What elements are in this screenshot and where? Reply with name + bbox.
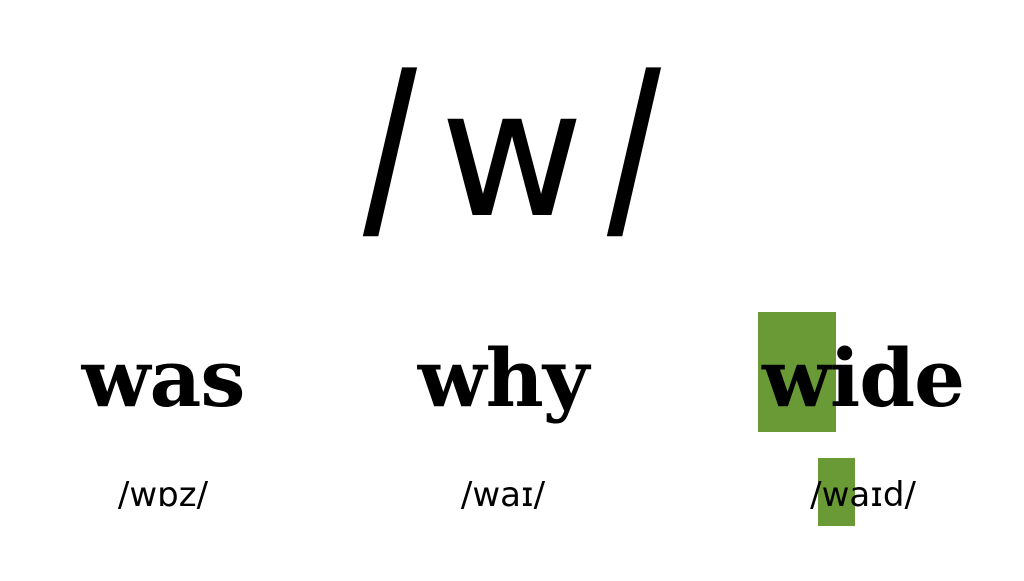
word-text: ide bbox=[829, 331, 965, 425]
highlighted-phoneme-text: w bbox=[821, 475, 850, 515]
highlighted-phoneme: w bbox=[817, 458, 856, 526]
word-text: why bbox=[417, 331, 590, 425]
example-word: why bbox=[373, 338, 633, 418]
ipa-text: wɒz bbox=[129, 475, 197, 515]
title-slash-right: / bbox=[606, 26, 662, 283]
example-transcription: /wɒz/ bbox=[33, 478, 293, 512]
ipa-slash-open: / bbox=[117, 475, 130, 515]
ipa-text: waɪ bbox=[472, 475, 534, 515]
example-transcription: / waɪd/ bbox=[733, 458, 993, 526]
example-word: was bbox=[33, 338, 293, 418]
example-word: wide bbox=[733, 312, 993, 432]
ipa-slash-open: / bbox=[460, 475, 473, 515]
word-text: was bbox=[81, 331, 246, 425]
ipa-slash-open: / bbox=[810, 475, 822, 515]
ipa-slash-close: / bbox=[904, 475, 916, 515]
ipa-slash-close: / bbox=[196, 475, 209, 515]
example-transcription: /waɪ/ bbox=[373, 478, 633, 512]
title-slash-left: / bbox=[362, 26, 418, 283]
ipa-slash-close: / bbox=[533, 475, 546, 515]
phoneme-title: / w/ bbox=[0, 26, 1024, 283]
highlighted-letter: w bbox=[757, 312, 836, 432]
highlighted-letter-text: w bbox=[761, 331, 831, 425]
title-phoneme-symbol: w bbox=[440, 52, 584, 257]
ipa-text: aɪd bbox=[849, 475, 905, 515]
